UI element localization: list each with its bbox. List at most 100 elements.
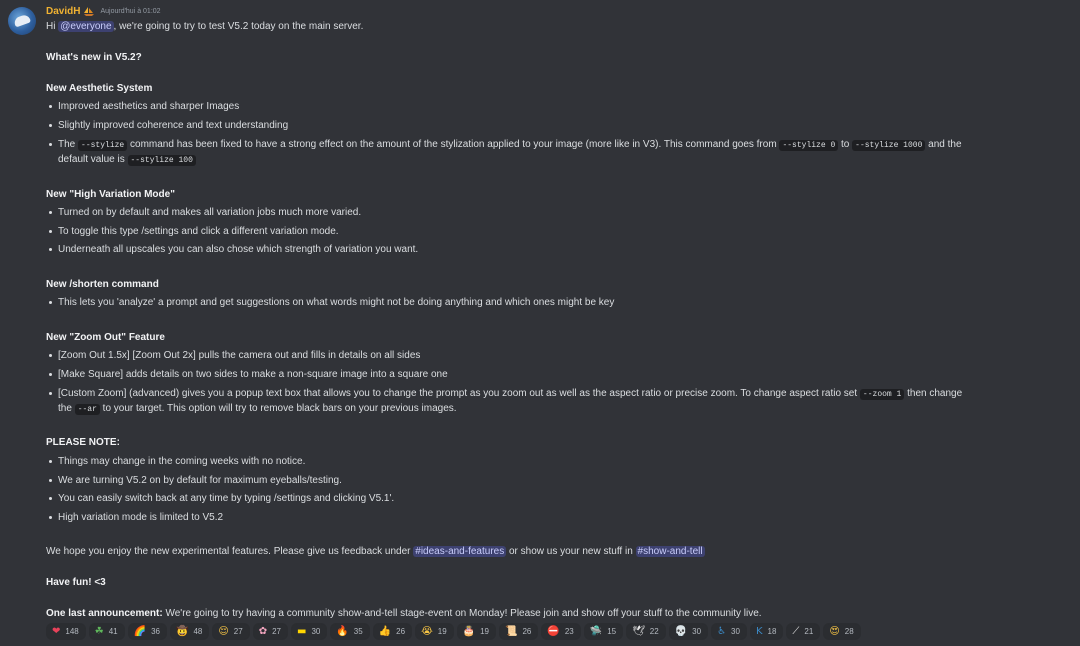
last-announcement-label: One last announcement: [46, 608, 163, 619]
reaction-button[interactable]: K 18 [749, 623, 784, 640]
reaction-count: 22 [649, 627, 659, 636]
text: [Custom Zoom] (advanced) gives you a pop… [58, 388, 860, 399]
reaction-button[interactable]: 😌 27 [212, 623, 250, 640]
reaction-count: 19 [480, 627, 490, 636]
cowboy-face-emoji: 🤠 [175, 625, 189, 637]
list-item: We are turning V5.2 on by default for ma… [46, 474, 342, 487]
list-item: Underneath all upscales you can also cho… [46, 243, 418, 256]
aesthetic-heading: New Aesthetic System [46, 83, 153, 94]
reaction-count: 27 [233, 627, 243, 636]
reaction-count: 148 [65, 627, 79, 636]
message-content: DavidH Aujourd'hui à 01:02 [46, 5, 1046, 18]
flower-emoji: ✿ [258, 625, 268, 637]
text: the [58, 403, 75, 414]
list-item-continued: default value is --stylize 100 [58, 153, 196, 167]
scroll-emoji: 📜 [505, 625, 518, 637]
reaction-count: 30 [731, 627, 740, 636]
whats-new-heading: What's new in V5.2? [46, 52, 142, 63]
face-emoji: 😌 [218, 625, 229, 637]
reaction-count: 48 [193, 627, 203, 636]
inline-code: --ar [74, 404, 100, 415]
reaction-button[interactable]: ⟋ 21 [786, 623, 821, 640]
reaction-button[interactable]: ☘ 41 [88, 623, 125, 640]
intro-text: Hi [46, 21, 59, 32]
clover-emoji: ☘ [94, 625, 104, 637]
username[interactable]: DavidH [46, 6, 80, 17]
message-header: DavidH Aujourd'hui à 01:02 [46, 5, 1046, 18]
inline-code: --zoom 1 [859, 389, 905, 400]
reaction-count: 26 [522, 627, 532, 636]
list-item: [Custom Zoom] (advanced) gives you a pop… [46, 387, 962, 401]
reaction-count: 35 [353, 627, 363, 636]
reaction-count: 27 [272, 627, 281, 636]
user-avatar[interactable] [8, 7, 36, 35]
high-variation-heading: New "High Variation Mode" [46, 189, 175, 200]
text: or show us your new stuff in [506, 546, 636, 557]
reaction-count: 30 [692, 627, 702, 636]
text: default value is [58, 154, 128, 165]
reaction-button[interactable]: ▬ 30 [290, 623, 328, 640]
reaction-button[interactable]: 🌈 36 [127, 623, 167, 640]
list-item: To toggle this type /settings and click … [46, 225, 339, 238]
list-item: This lets you 'analyze' a prompt and get… [46, 296, 614, 309]
crying-face-emoji: 😭 [421, 625, 433, 637]
text: command has been fixed to have a strong … [127, 139, 780, 150]
reaction-count: 23 [564, 627, 574, 636]
everyone-mention[interactable]: @everyone [58, 21, 114, 32]
reaction-button[interactable]: ⛔ 23 [541, 623, 581, 640]
sailboat-icon [84, 7, 95, 16]
list-item: Turned on by default and makes all varia… [46, 206, 361, 219]
intro-line: Hi @everyone, we're going to try to test… [46, 20, 363, 33]
channel-link-show-and-tell[interactable]: #show-and-tell [635, 546, 705, 557]
reaction-button[interactable]: 😍 28 [823, 623, 861, 640]
reaction-button[interactable]: 😭 19 [415, 623, 454, 640]
k-emoji: K [755, 625, 763, 637]
feedback-line: We hope you enjoy the new experimental f… [46, 545, 705, 558]
intro-text-end: , we're going to try to test V5.2 today … [113, 21, 364, 32]
list-item: You can easily switch back at any time b… [46, 492, 394, 505]
inline-code: --stylize 0 [779, 140, 839, 151]
reaction-button[interactable]: ✿ 27 [252, 623, 288, 640]
wheelchair-emoji: ♿ [717, 625, 727, 637]
reaction-button[interactable]: 🎂 19 [456, 623, 497, 640]
list-item: [Zoom Out 1.5x] [Zoom Out 2x] pulls the … [46, 349, 420, 362]
reaction-count: 18 [767, 627, 777, 636]
list-item: [Make Square] adds details on two sides … [46, 368, 448, 381]
text: and the [925, 139, 962, 150]
heart-eyes-emoji: 😍 [829, 625, 840, 637]
list-item: Improved aesthetics and sharper Images [46, 100, 239, 113]
chat-message: DavidH Aujourd'hui à 01:02 Hi @everyone,… [0, 0, 1080, 646]
last-announcement-line: One last announcement: We're going to tr… [46, 607, 762, 620]
reaction-button[interactable]: ❤ 148 [46, 623, 86, 640]
reaction-button[interactable]: 📜 26 [499, 623, 539, 640]
text: to [838, 139, 853, 150]
reaction-button[interactable]: 💀 30 [668, 623, 709, 640]
reaction-count: 19 [437, 627, 447, 636]
text: We hope you enjoy the new experimental f… [46, 546, 414, 557]
text: to your target. This option will try to … [99, 403, 457, 414]
bird-emoji: 🕊 [632, 625, 645, 637]
list-item: Slightly improved coherence and text und… [46, 119, 288, 132]
inline-code: --stylize 1000 [852, 140, 926, 151]
rainbow-emoji: 🌈 [133, 625, 147, 637]
reaction-button[interactable]: 🔥 35 [330, 623, 370, 640]
reaction-button[interactable]: 🛸 15 [583, 623, 624, 640]
reaction-count: 36 [151, 627, 160, 636]
cake-emoji: 🎂 [462, 625, 476, 637]
have-fun-line: Have fun! <3 [46, 577, 106, 588]
reaction-button[interactable]: 🤠 48 [169, 623, 210, 640]
list-item: High variation mode is limited to V5.2 [46, 511, 223, 524]
no-entry-emoji: ⛔ [547, 625, 560, 637]
ufo-emoji: 🛸 [589, 625, 603, 637]
fire-emoji: 🔥 [336, 625, 349, 637]
reaction-button[interactable]: ♿ 30 [711, 623, 747, 640]
list-item: Things may change in the coming weeks wi… [46, 455, 305, 468]
reaction-button[interactable]: 👍 26 [372, 623, 413, 640]
reaction-count: 21 [804, 627, 814, 636]
reaction-count: 26 [396, 627, 406, 636]
channel-link-ideas-and-features[interactable]: #ideas-and-features [413, 546, 507, 557]
ukraine-flag-emoji: ▬ [296, 625, 307, 637]
reaction-count: 41 [108, 627, 118, 636]
reaction-button[interactable]: 🕊 22 [626, 623, 666, 640]
please-note-heading: PLEASE NOTE: [46, 437, 120, 448]
